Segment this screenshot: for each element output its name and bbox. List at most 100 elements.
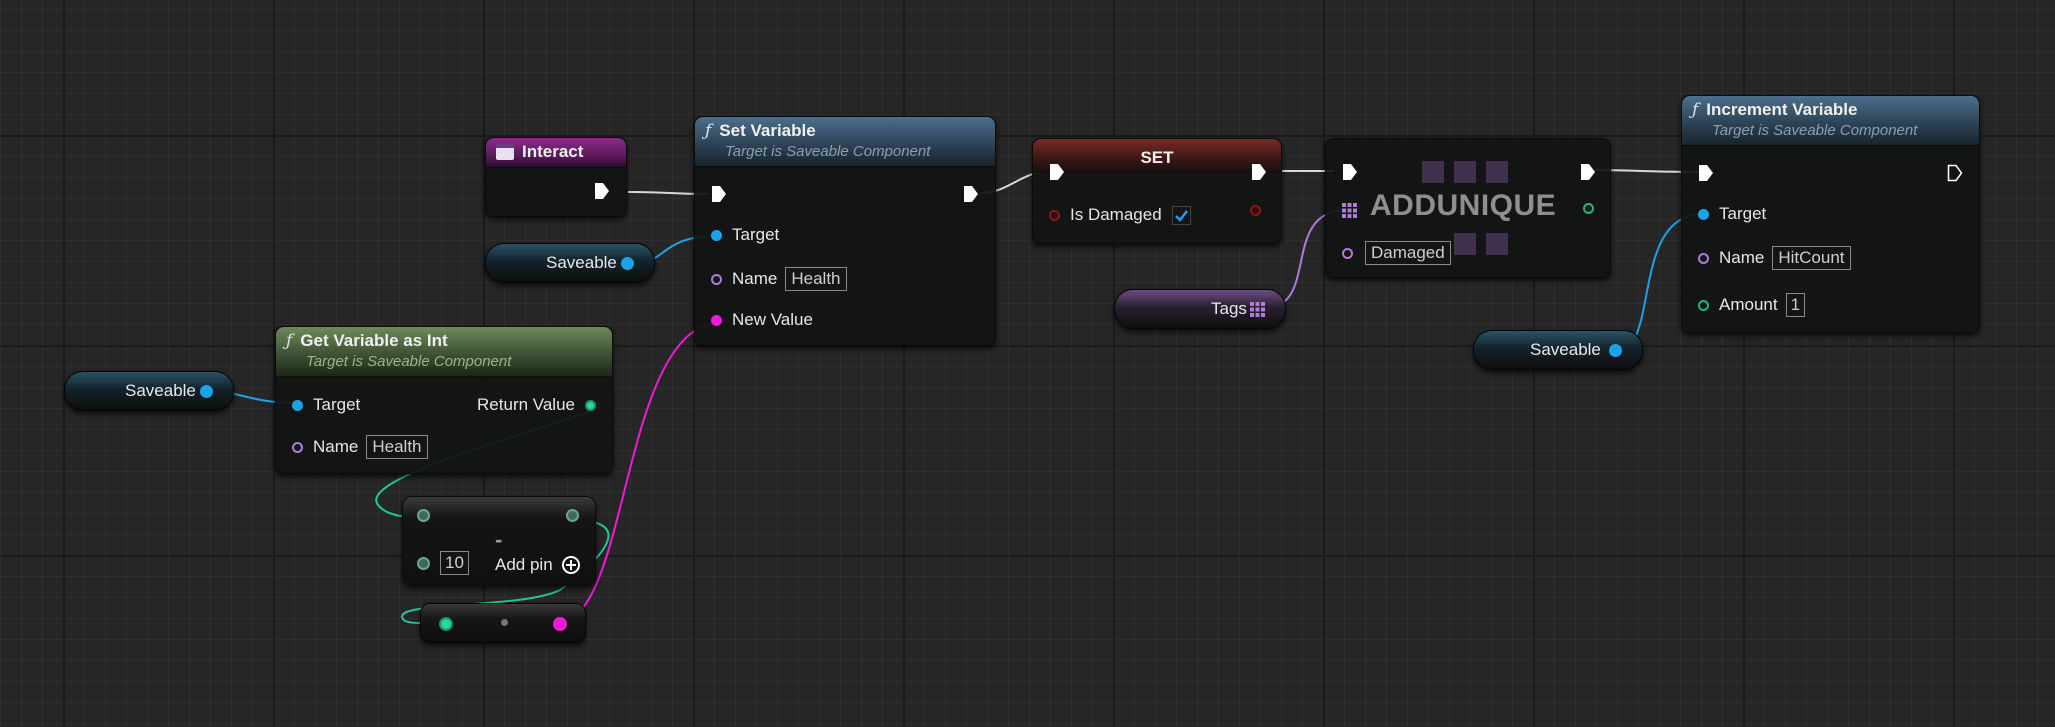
int-pin-icon [417, 509, 430, 522]
exec-out-pin[interactable] [594, 182, 610, 200]
new-value-pin[interactable]: New Value [711, 310, 813, 330]
get-variable-subtitle: Target is Saveable Component [306, 353, 512, 370]
conversion-icon [501, 619, 508, 626]
conversion-node[interactable] [420, 603, 586, 643]
object-pin-icon[interactable] [1609, 344, 1622, 357]
subtract-node[interactable]: - 10 Add pin [402, 496, 596, 586]
object-pin-icon[interactable] [200, 385, 213, 398]
item-pin[interactable]: Damaged [1342, 241, 1451, 265]
array-icon [1250, 302, 1265, 317]
exec-out-pin[interactable] [1251, 163, 1267, 181]
name-pin-icon [1698, 252, 1709, 264]
tags-getter[interactable]: Tags [1114, 289, 1286, 329]
object-pin-icon [292, 399, 303, 411]
add-pin-button[interactable]: Add pin [495, 555, 581, 575]
target-label: Target [732, 225, 780, 244]
int-pin-icon [566, 509, 579, 522]
target-pin[interactable]: Target [1698, 204, 1766, 224]
saveable-getter-2[interactable]: Saveable [64, 371, 234, 411]
name-pin-icon [711, 273, 722, 285]
object-pin-icon [711, 229, 722, 241]
index-out-pin[interactable] [1583, 203, 1594, 214]
set-title: SET [1140, 148, 1174, 167]
get-variable-title: Get Variable as Int [300, 331, 448, 350]
name-pin[interactable]: Name Health [292, 435, 428, 459]
array-watermark [1454, 161, 1476, 183]
increment-variable-node[interactable]: ƒ Increment Variable Target is Saveable C… [1681, 95, 1980, 333]
array-watermark [1486, 233, 1508, 255]
is-damaged-checkbox[interactable] [1171, 205, 1191, 225]
exec-pin-icon [964, 186, 978, 202]
amount-label: Amount [1719, 295, 1778, 314]
name-pin[interactable]: Name Health [711, 267, 847, 291]
return-value-pin[interactable]: Return Value [477, 395, 596, 415]
event-icon [496, 144, 514, 160]
array-watermark [1454, 233, 1476, 255]
set-variable-title: Set Variable [719, 121, 816, 140]
name-pin-icon [1342, 247, 1353, 259]
name-label: Name [313, 437, 359, 456]
int-pin-icon [1583, 203, 1594, 214]
name-label: Name [732, 269, 778, 288]
object-pin-icon[interactable] [621, 257, 634, 270]
amount-pin[interactable]: Amount 1 [1698, 293, 1806, 317]
exec-pin-icon [595, 183, 609, 199]
exec-pin-icon [1252, 164, 1266, 180]
conversion-in-pin[interactable] [439, 617, 453, 631]
exec-out-pin[interactable] [1580, 163, 1596, 181]
b-pin[interactable]: 10 [417, 551, 469, 575]
set-variable-node[interactable]: ƒ Set Variable Target is Saveable Compone… [694, 116, 996, 346]
get-variable-int-node[interactable]: ƒ Get Variable as Int Target is Saveable … [275, 326, 613, 474]
saveable-label: Saveable [125, 381, 196, 400]
exec-in-pin[interactable] [711, 185, 727, 203]
exec-pin-icon [1947, 164, 1963, 182]
target-pin[interactable]: Target [711, 225, 779, 245]
saveable-getter-1[interactable]: Saveable [485, 243, 655, 283]
saveable-getter-3[interactable]: Saveable [1473, 330, 1643, 370]
target-label: Target [313, 395, 361, 414]
tags-label: Tags [1211, 299, 1247, 318]
amount-field[interactable]: 1 [1785, 293, 1806, 317]
set-bool-node[interactable]: SET Is Damaged [1032, 138, 1282, 244]
function-icon: ƒ [1692, 100, 1699, 120]
interact-event-node[interactable]: Interact [485, 137, 627, 217]
is-damaged-label: Is Damaged [1070, 205, 1162, 224]
function-icon: ƒ [286, 331, 293, 351]
name-field[interactable]: Health [785, 267, 847, 291]
float-pin-icon [711, 314, 722, 326]
exec-out-pin[interactable] [1947, 164, 1963, 182]
name-pin[interactable]: Name HitCount [1698, 246, 1851, 270]
exec-in-pin[interactable] [1342, 163, 1358, 181]
exec-out-pin[interactable] [963, 185, 979, 203]
checkmark-icon [1174, 209, 1188, 222]
increment-variable-subtitle: Target is Saveable Component [1712, 122, 1918, 139]
add-unique-node[interactable]: ADDUNIQUE Damaged [1325, 138, 1611, 278]
new-value-label: New Value [732, 310, 813, 329]
float-pin-icon [553, 617, 567, 631]
target-pin[interactable]: Target [292, 395, 360, 415]
array-in-pin[interactable] [1342, 203, 1357, 218]
saveable-label: Saveable [546, 253, 617, 272]
b-value-field[interactable]: 10 [440, 551, 469, 575]
name-field[interactable]: HitCount [1772, 246, 1851, 270]
exec-in-pin[interactable] [1698, 164, 1714, 182]
name-pin-icon [292, 441, 303, 453]
is-damaged-out-pin[interactable] [1250, 205, 1261, 216]
exec-pin-icon [1699, 165, 1713, 181]
conversion-out-pin[interactable] [553, 617, 567, 631]
int-pin-icon [439, 617, 453, 631]
increment-variable-title: Increment Variable [1706, 100, 1858, 119]
item-field[interactable]: Damaged [1365, 241, 1451, 265]
saveable-label: Saveable [1530, 340, 1601, 359]
result-pin[interactable] [566, 509, 579, 522]
exec-in-pin[interactable] [1049, 163, 1065, 181]
function-icon: ƒ [705, 121, 712, 141]
a-pin[interactable] [417, 509, 430, 522]
is-damaged-pin[interactable]: Is Damaged [1049, 205, 1191, 225]
return-value-label: Return Value [477, 395, 575, 414]
int-pin-icon [417, 556, 430, 570]
interact-title: Interact [522, 142, 584, 161]
bool-pin-icon [1049, 209, 1060, 221]
object-pin-icon [1698, 208, 1709, 220]
name-field[interactable]: Health [366, 435, 428, 459]
